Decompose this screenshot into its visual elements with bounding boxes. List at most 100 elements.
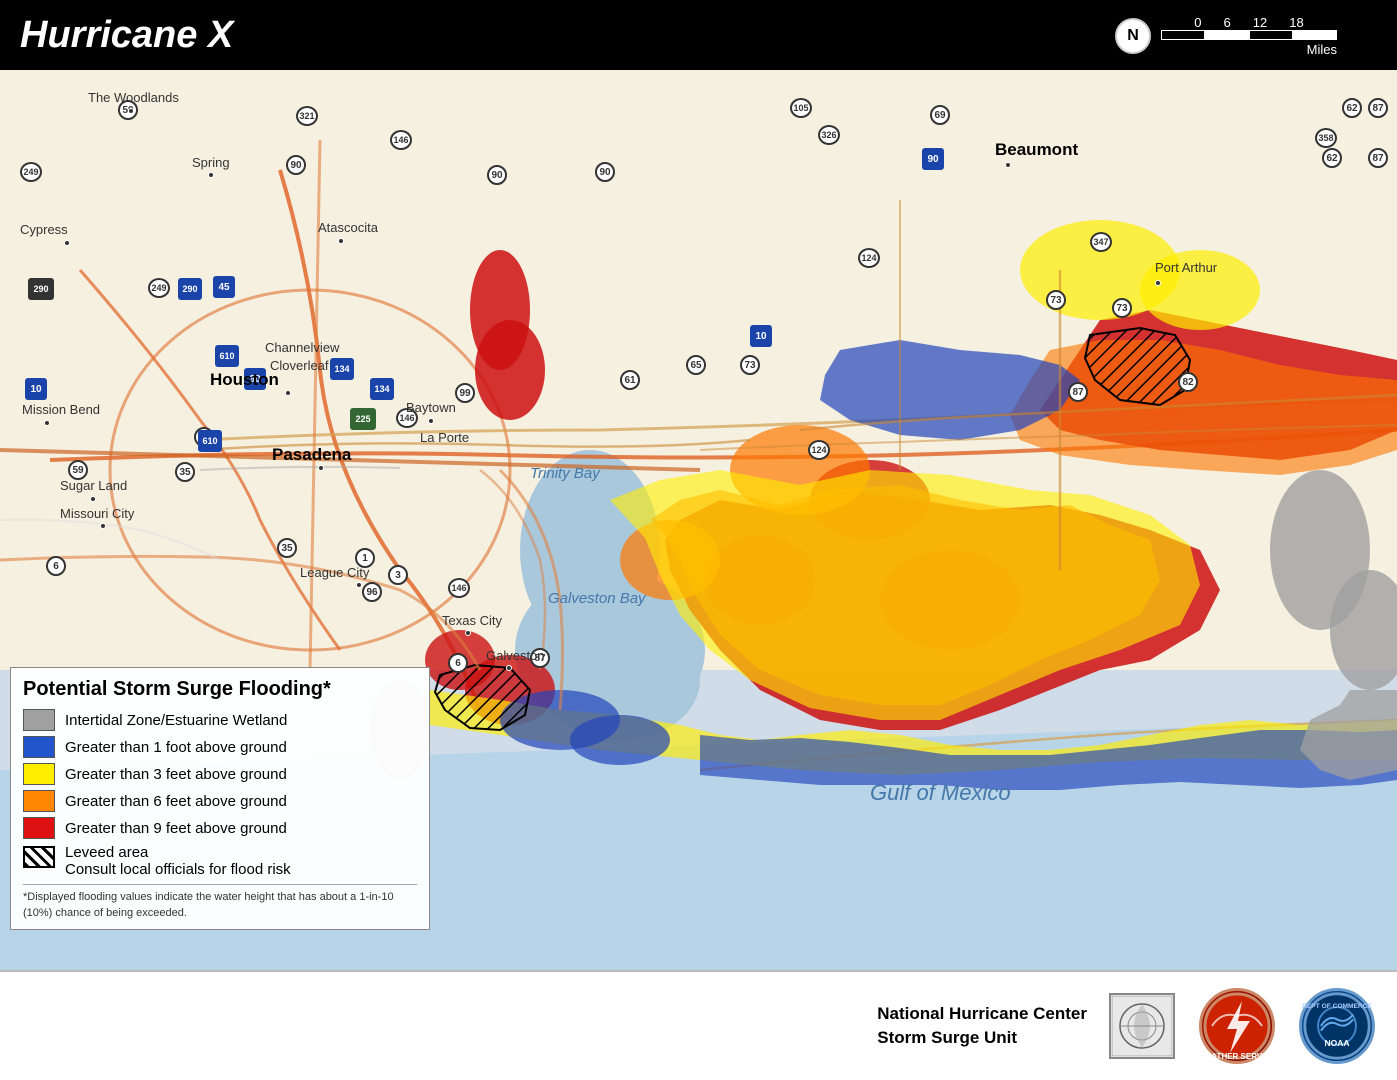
legend-label-3ft: Greater than 3 feet above ground [65, 766, 287, 783]
noaa-icon: NOAA DEPT OF COMMERCE [1299, 988, 1375, 1064]
legend-label-intertidal: Intertidal Zone/Estuarine Wetland [65, 712, 287, 729]
map-title: Hurricane X [20, 14, 233, 57]
scale-segment-1 [1161, 30, 1205, 40]
shield-62-s: 62 [1322, 148, 1342, 168]
svg-text:NOAA: NOAA [1324, 1038, 1349, 1048]
scale-segment-4 [1293, 30, 1337, 40]
legend-item-3ft: Greater than 3 feet above ground [23, 763, 417, 785]
shield-124-n: 124 [858, 248, 880, 268]
nws-logo: WEATHER SERVICE [1197, 986, 1277, 1066]
dot-mission-bend [44, 420, 50, 426]
shield-347: 347 [1090, 232, 1112, 252]
nhc-icon [1109, 993, 1175, 1059]
scale-unit-label: Miles [1307, 42, 1337, 57]
shield-87-ne: 87 [1368, 98, 1388, 118]
shield-45: 45 [213, 276, 235, 298]
scale-line [1161, 30, 1337, 42]
shield-146-s: 146 [448, 578, 470, 598]
dot-pasadena [318, 465, 324, 471]
shield-90-mid: 90 [487, 165, 507, 185]
shield-1: 1 [355, 548, 375, 568]
shield-290-w: 290 [28, 278, 54, 300]
dot-galveston [506, 665, 512, 671]
header-bar: Hurricane X N 0 6 12 18 Miles [0, 0, 1397, 70]
shield-69: 69 [930, 105, 950, 125]
bottom-bar: National Hurricane Center Storm Surge Un… [0, 970, 1397, 1080]
legend: Potential Storm Surge Flooding* Intertid… [10, 667, 430, 930]
shield-105: 105 [790, 98, 812, 118]
shield-35-s: 35 [277, 538, 297, 558]
shield-99-baytown: 99 [455, 383, 475, 403]
shield-124-s: 124 [808, 440, 830, 460]
shield-90-pasadena: 90 [244, 368, 266, 390]
shield-146-n: 146 [390, 130, 412, 150]
shield-10-w: 10 [25, 378, 47, 400]
shield-610-s: 610 [198, 430, 222, 452]
legend-label-6ft: Greater than 6 feet above ground [65, 793, 287, 810]
shield-90-n: 90 [286, 155, 306, 175]
shield-6-s: 6 [448, 653, 468, 673]
scale-bar-container: N 0 6 12 18 Miles [1115, 15, 1337, 57]
scale-bar: 0 6 12 18 Miles [1161, 15, 1337, 57]
shield-249: 249 [20, 162, 42, 182]
shield-134: 134 [330, 358, 354, 380]
noaa-logo: NOAA DEPT OF COMMERCE [1297, 986, 1377, 1066]
legend-title: Potential Storm Surge Flooding* [23, 678, 417, 701]
scale-segment-3 [1249, 30, 1293, 40]
svg-text:DEPT OF COMMERCE: DEPT OF COMMERCE [1302, 1003, 1372, 1010]
legend-label-9ft: Greater than 9 feet above ground [65, 820, 287, 837]
scale-numbers: 0 6 12 18 [1194, 15, 1303, 30]
legend-label-1ft: Greater than 1 foot above ground [65, 739, 287, 756]
shield-3: 3 [388, 565, 408, 585]
legend-swatch-levee [23, 846, 55, 868]
shield-82: 82 [1178, 372, 1198, 392]
legend-swatch-intertidal [23, 709, 55, 731]
legend-item-9ft: Greater than 9 feet above ground [23, 817, 417, 839]
agency-line1: National Hurricane Center [877, 1002, 1087, 1026]
shield-290-mid: 290 [178, 278, 202, 300]
dot-spring [208, 172, 214, 178]
shield-59-s: 59 [68, 460, 88, 480]
shield-326: 326 [818, 125, 840, 145]
legend-swatch-3ft [23, 763, 55, 785]
shield-62: 62 [1342, 98, 1362, 118]
dot-baytown [428, 418, 434, 424]
legend-swatch-6ft [23, 790, 55, 812]
legend-item-levee: Leveed area Consult local officials for … [23, 844, 417, 878]
agency-name: National Hurricane Center Storm Surge Un… [877, 1002, 1087, 1050]
north-arrow-icon: N [1115, 18, 1151, 54]
shield-146: 146 [396, 408, 418, 428]
dot-texas-city [465, 630, 471, 636]
dot-beaumont [1005, 162, 1011, 168]
shield-6: 6 [46, 556, 66, 576]
legend-swatch-1ft [23, 736, 55, 758]
nhc-logo [1107, 991, 1177, 1061]
shield-73-se: 73 [1112, 298, 1132, 318]
shield-610: 610 [215, 345, 239, 367]
legend-item-6ft: Greater than 6 feet above ground [23, 790, 417, 812]
legend-item-intertidal: Intertidal Zone/Estuarine Wetland [23, 709, 417, 731]
shield-134-s: 134 [370, 378, 394, 400]
svg-text:WEATHER SERVICE: WEATHER SERVICE [1202, 1052, 1272, 1061]
shield-358: 358 [1315, 128, 1337, 148]
dot-sugar-land [90, 496, 96, 502]
shield-35-n: 35 [175, 462, 195, 482]
dot-cypress [64, 240, 70, 246]
shield-90-e: 90 [595, 162, 615, 182]
shield-61: 61 [620, 370, 640, 390]
dot-missouri-city [100, 523, 106, 529]
shield-10-e: 10 [750, 325, 772, 347]
legend-footnote: *Displayed flooding values indicate the … [23, 884, 417, 921]
dot-the-woodlands [128, 108, 134, 114]
shield-87: 87 [530, 648, 550, 668]
shield-225: 225 [350, 408, 376, 430]
legend-swatch-9ft [23, 817, 55, 839]
scale-segment-2 [1205, 30, 1249, 40]
nws-icon: WEATHER SERVICE [1199, 988, 1275, 1064]
dot-league-city [356, 582, 362, 588]
dot-port-arthur [1155, 280, 1161, 286]
shield-87-e: 87 [1068, 382, 1088, 402]
shield-73-e: 73 [1046, 290, 1066, 310]
shield-73: 73 [740, 355, 760, 375]
dot-atascocita [338, 238, 344, 244]
